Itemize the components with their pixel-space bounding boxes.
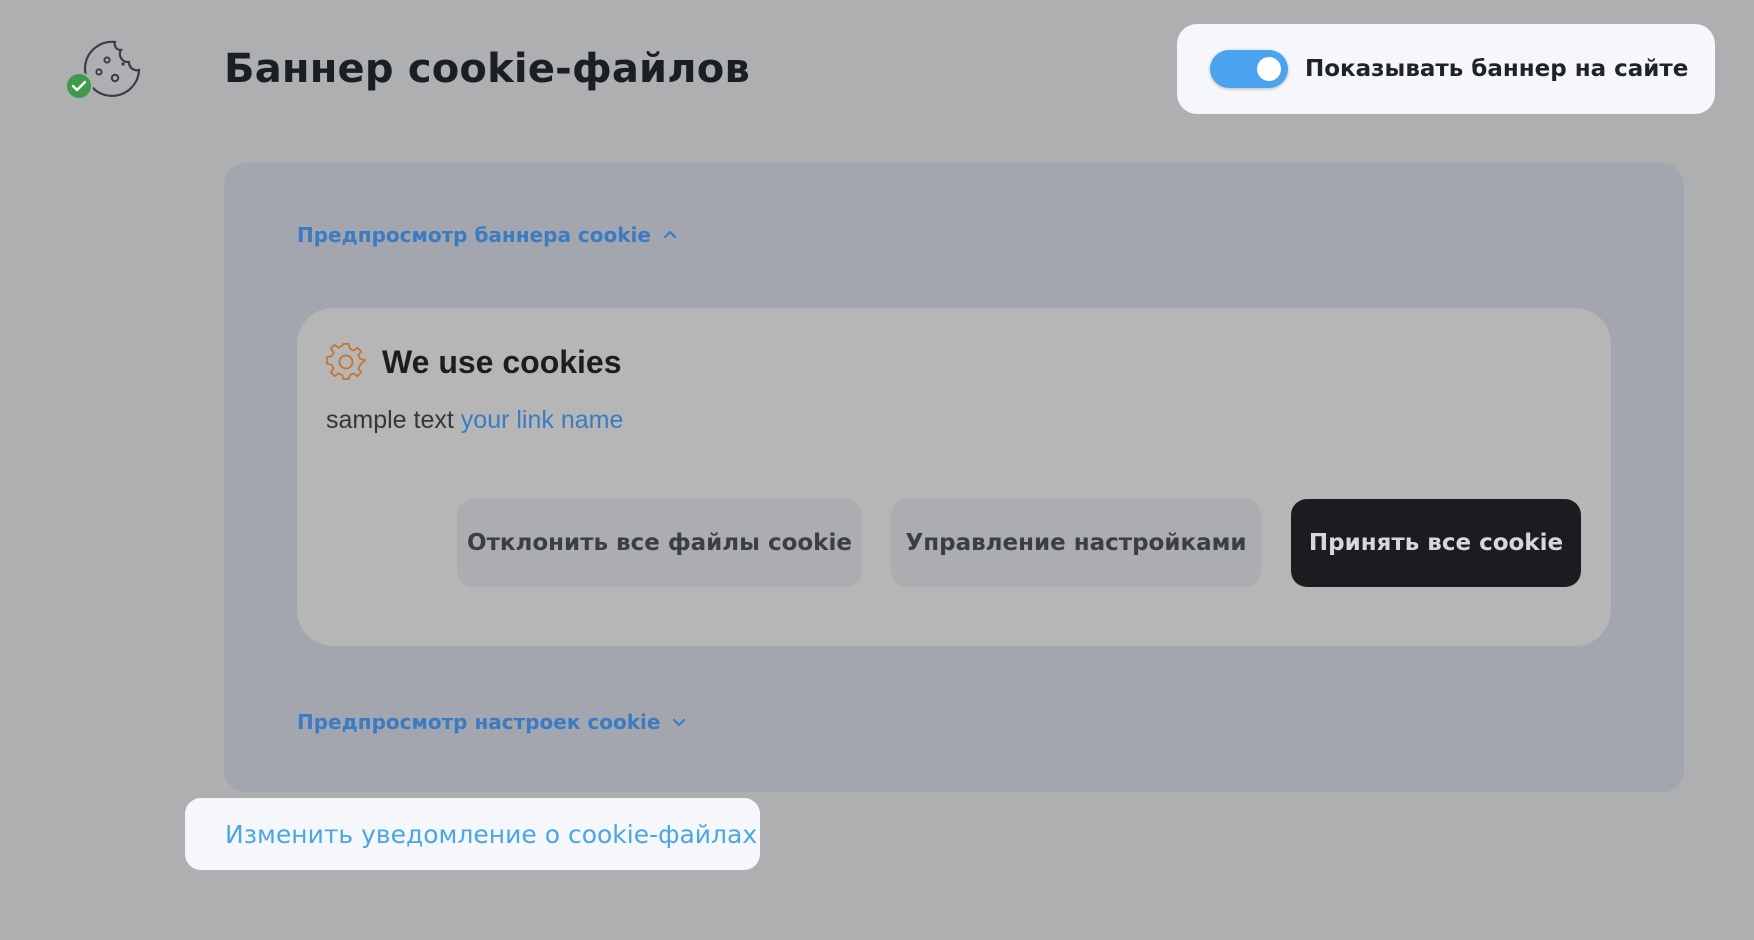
chevron-up-icon xyxy=(663,230,677,239)
edit-notice-card: Изменить уведомление о cookie-файлах xyxy=(185,798,760,870)
gear-icon xyxy=(326,342,366,380)
banner-text: sample text your link name xyxy=(326,406,623,435)
show-banner-toggle-card: Показывать баннер на сайте xyxy=(1177,24,1715,114)
settings-preview-toggle-label: Предпросмотр настроек cookie xyxy=(297,710,661,734)
edit-cookie-notice-link[interactable]: Изменить уведомление о cookie-файлах xyxy=(225,820,757,849)
switch-knob xyxy=(1257,57,1281,81)
show-banner-label: Показывать баннер на сайте xyxy=(1305,56,1689,82)
settings-preview-toggle[interactable]: Предпросмотр настроек cookie xyxy=(297,710,686,734)
banner-preview-toggle[interactable]: Предпросмотр баннера cookie xyxy=(297,223,677,247)
chevron-down-icon xyxy=(673,718,686,727)
cookie-banner-preview: We use cookies sample text your link nam… xyxy=(297,308,1611,646)
preview-panel: Предпросмотр баннера cookie We use cooki… xyxy=(224,163,1684,792)
accept-all-button[interactable]: Принять все cookie xyxy=(1291,499,1581,587)
manage-settings-button[interactable]: Управление настройками xyxy=(891,499,1261,587)
banner-link[interactable]: your link name xyxy=(461,406,624,434)
banner-preview-toggle-label: Предпросмотр баннера cookie xyxy=(297,223,651,247)
reject-all-button[interactable]: Отклонить все файлы cookie xyxy=(457,499,862,587)
cookie-logo-icon xyxy=(63,36,145,102)
banner-title: We use cookies xyxy=(382,343,622,380)
page-title: Баннер cookie-файлов xyxy=(224,46,750,92)
banner-header: We use cookies xyxy=(326,342,622,382)
banner-body-text: sample text xyxy=(326,406,454,434)
show-banner-switch[interactable] xyxy=(1210,50,1288,88)
